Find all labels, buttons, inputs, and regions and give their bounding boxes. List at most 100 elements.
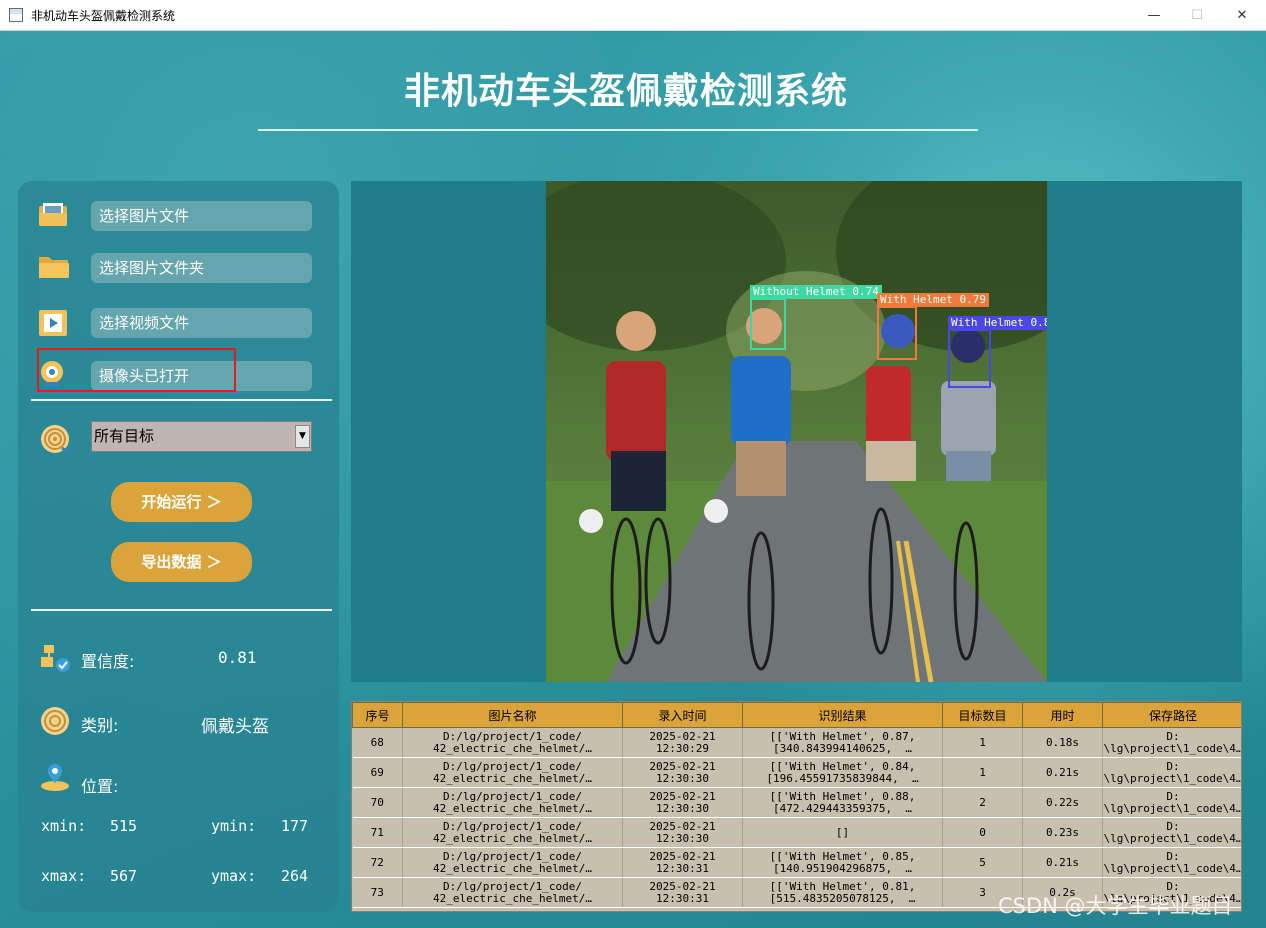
table-cell: D: \lg\project\1_code\4…	[1102, 757, 1241, 788]
table-cell: []	[742, 817, 943, 848]
table-cell: [['With Helmet', 0.81, [515.483520507812…	[742, 877, 943, 908]
start-run-button[interactable]: 开始运行 ＞	[111, 482, 252, 522]
export-data-button[interactable]: 导出数据 ＞	[111, 542, 252, 582]
table-cell: 2025-02-21 12:30:31	[622, 847, 743, 878]
column-header[interactable]: 目标数目	[942, 702, 1023, 728]
ymin-value: 177	[281, 817, 309, 835]
chevron-down-icon[interactable]: ▼	[295, 425, 310, 448]
detection-image: Without Helmet 0.74 With Helmet 0.79 Wit…	[546, 181, 1047, 682]
table-cell: 72	[352, 847, 403, 878]
ymax-label: ymax:	[211, 867, 257, 885]
table-cell: [['With Helmet', 0.88, [472.429443359375…	[742, 787, 943, 818]
ymin-label: ymin:	[211, 817, 257, 835]
table-cell: D:/lg/project/1_code/ 42_electric_che_he…	[402, 817, 623, 848]
detection-label: With Helmet 0.79	[877, 293, 989, 307]
column-header[interactable]: 识别结果	[742, 702, 943, 728]
confidence-label: 置信度:	[81, 652, 135, 671]
detection-box	[750, 298, 786, 350]
table-cell: D: \lg\project\1_code\4…	[1102, 727, 1241, 758]
table-cell: 0.21s	[1022, 757, 1103, 788]
window-title: 非机动车头盔佩戴检测系统	[31, 9, 176, 23]
target-select[interactable]: 所有目标 ▼	[91, 421, 312, 452]
page-title: 非机动车头盔佩戴检测系统	[403, 71, 848, 112]
detection-box	[877, 306, 917, 360]
minimize-button[interactable]: —	[1131, 0, 1177, 31]
results-table[interactable]: 序号 图片名称 录入时间 识别结果 目标数目 用时 保存路径 68 D:/lg/…	[351, 701, 1242, 912]
table-cell: 0.22s	[1022, 787, 1103, 818]
column-header[interactable]: 图片名称	[402, 702, 623, 728]
table-cell: D:/lg/project/1_code/ 42_electric_che_he…	[402, 727, 623, 758]
title-divider	[258, 129, 978, 131]
target-icon	[40, 424, 72, 454]
class-value: 佩戴头盔	[201, 717, 269, 737]
panel-divider	[31, 399, 332, 401]
detection-label: Without Helmet 0.74	[750, 285, 882, 299]
table-cell: 2025-02-21 12:30:30	[622, 787, 743, 818]
table-cell: [['With Helmet', 0.87, [340.843994140625…	[742, 727, 943, 758]
table-row[interactable]: 69 D:/lg/project/1_code/ 42_electric_che…	[352, 757, 1241, 788]
table-cell: D: \lg\project\1_code\4…	[1102, 847, 1241, 878]
table-row[interactable]: 71 D:/lg/project/1_code/ 42_electric_che…	[352, 817, 1241, 848]
table-cell: 0.23s	[1022, 817, 1103, 848]
folder-icon	[38, 253, 70, 281]
class-icon	[40, 706, 72, 735]
table-cell: 2025-02-21 12:30:31	[622, 877, 743, 908]
table-cell: 70	[352, 787, 403, 818]
column-header[interactable]: 保存路径	[1102, 702, 1241, 728]
position-label: 位置:	[81, 777, 119, 796]
column-header[interactable]: 录入时间	[622, 702, 743, 728]
table-cell: 1	[942, 757, 1023, 788]
table-cell: D:/lg/project/1_code/ 42_electric_che_he…	[402, 757, 623, 788]
window-titlebar: 非机动车头盔佩戴检测系统 — ☐ ✕	[0, 0, 1266, 31]
table-cell: 2025-02-21 12:30:30	[622, 817, 743, 848]
table-cell: [['With Helmet', 0.84, [196.455917358398…	[742, 757, 943, 788]
confidence-icon	[40, 643, 72, 672]
table-header-row: 序号 图片名称 录入时间 识别结果 目标数目 用时 保存路径	[352, 702, 1241, 728]
panel-divider-2	[31, 609, 332, 611]
ymax-value: 264	[281, 867, 309, 885]
confidence-value: 0.81	[218, 648, 257, 667]
video-file-icon	[38, 309, 70, 337]
app-icon	[9, 8, 23, 22]
xmax-label: xmax:	[41, 867, 87, 885]
class-label: 类别:	[81, 716, 119, 735]
select-image-folder-button[interactable]: 选择图片文件夹	[91, 253, 312, 283]
column-header[interactable]: 序号	[352, 702, 403, 728]
watermark: CSDN @大学生毕业题目	[998, 894, 1233, 918]
table-cell: 5	[942, 847, 1023, 878]
table-cell: 2025-02-21 12:30:30	[622, 757, 743, 788]
select-image-file-button[interactable]: 选择图片文件	[91, 201, 312, 231]
select-video-file-button[interactable]: 选择视频文件	[91, 308, 312, 338]
table-row[interactable]: 68 D:/lg/project/1_code/ 42_electric_che…	[352, 727, 1241, 758]
close-button[interactable]: ✕	[1219, 0, 1265, 31]
table-cell: 69	[352, 757, 403, 788]
table-cell: 2025-02-21 12:30:29	[622, 727, 743, 758]
maximize-button[interactable]: ☐	[1174, 0, 1220, 31]
detection-box	[948, 329, 991, 388]
column-header[interactable]: 用时	[1022, 702, 1103, 728]
location-icon	[40, 762, 72, 791]
xmax-value: 567	[110, 867, 138, 885]
table-cell: 0.21s	[1022, 847, 1103, 878]
table-cell: 2	[942, 787, 1023, 818]
table-cell: 1	[942, 727, 1023, 758]
xmin-value: 515	[110, 817, 138, 835]
target-select-value: 所有目标	[94, 427, 155, 445]
xmin-label: xmin:	[41, 817, 87, 835]
table-cell: D:/lg/project/1_code/ 42_electric_che_he…	[402, 787, 623, 818]
table-cell: D: \lg\project\1_code\4…	[1102, 817, 1241, 848]
table-cell: [['With Helmet', 0.85, [140.951904296875…	[742, 847, 943, 878]
detection-label: With Helmet 0.8	[948, 316, 1047, 330]
table-cell: 71	[352, 817, 403, 848]
image-file-icon	[38, 201, 70, 229]
table-cell: 0	[942, 817, 1023, 848]
highlight-box	[37, 348, 236, 392]
table-cell: D:/lg/project/1_code/ 42_electric_che_he…	[402, 877, 623, 908]
table-cell: 0.18s	[1022, 727, 1103, 758]
table-cell: D:/lg/project/1_code/ 42_electric_che_he…	[402, 847, 623, 878]
table-cell: 73	[352, 877, 403, 908]
table-row[interactable]: 72 D:/lg/project/1_code/ 42_electric_che…	[352, 847, 1241, 878]
table-row[interactable]: 70 D:/lg/project/1_code/ 42_electric_che…	[352, 787, 1241, 818]
table-cell: 68	[352, 727, 403, 758]
table-cell: D: \lg\project\1_code\4…	[1102, 787, 1241, 818]
